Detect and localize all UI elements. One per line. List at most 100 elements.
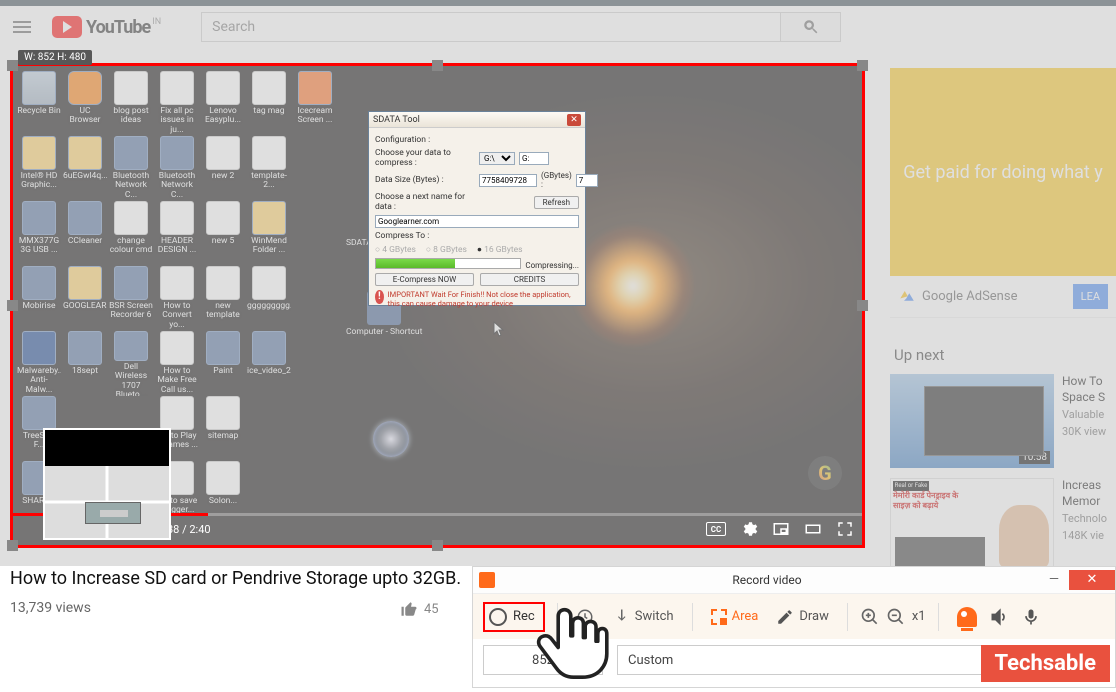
desktop-icon: 6uEGwl4q... <box>62 136 108 201</box>
duration-badge: 10:58 <box>1019 451 1050 464</box>
mini-preview-window <box>43 428 171 540</box>
compress-to-label: Compress To : <box>375 231 579 241</box>
refresh-button[interactable]: Refresh <box>534 196 579 209</box>
recorder-titlebar[interactable]: Record video — ✕ <box>473 567 1115 593</box>
resize-handle[interactable] <box>432 540 443 551</box>
pencil-icon <box>776 608 794 626</box>
suggestion-2-meta: Increas Memor Technolo 148K vie <box>1062 478 1114 572</box>
desktop-icon: template-2... <box>246 136 292 201</box>
record-button[interactable]: Rec <box>483 602 545 632</box>
search-input[interactable] <box>201 12 781 42</box>
ad-banner[interactable]: Get paid for doing what y <box>890 68 1116 276</box>
zoom-in-icon[interactable] <box>860 607 880 627</box>
warning-icon: ! <box>375 290 384 304</box>
like-count: 45 <box>424 602 439 617</box>
desktop-icon: ggggggggg... <box>246 266 292 331</box>
theater-icon[interactable] <box>804 520 822 538</box>
suggestion-1[interactable]: 10:58 How To Space S Valuable 30K view <box>890 374 1116 468</box>
resize-handle[interactable] <box>7 300 18 311</box>
speaker-icon[interactable] <box>989 607 1009 627</box>
video-player[interactable]: Recycle BinUC Browserblog post ideasFix … <box>10 63 865 548</box>
cc-button[interactable]: CC <box>706 522 726 536</box>
drive-field-2[interactable] <box>519 152 549 165</box>
mic-icon[interactable] <box>1021 607 1041 627</box>
desktop-icon: blog post ideas <box>108 71 154 136</box>
sdata-close-button[interactable]: ✕ <box>567 114 581 126</box>
arc-reactor <box>373 421 409 457</box>
desktop-icon: tag mag <box>246 71 292 136</box>
sdata-tool-dialog: SDATA Tool ✕ Configuration : Choose your… <box>368 111 586 306</box>
width-input[interactable] <box>483 645 603 675</box>
minimize-button[interactable]: — <box>1039 570 1069 590</box>
desktop-icon: HEADER DESIGN ... <box>154 201 200 266</box>
desktop-icon: Malwareby... Anti-Malw... <box>16 331 62 396</box>
suggestion-2[interactable]: Real or Fake मेमोरी कार्ड पेनड्राइव केसा… <box>890 478 1116 572</box>
resize-handle[interactable] <box>7 540 18 551</box>
data-size-label: Data Size (Bytes) : <box>375 175 475 185</box>
gbytes-field[interactable] <box>576 174 598 187</box>
ecompress-button[interactable]: E-Compress NOW <box>375 273 474 286</box>
suggestion-1-thumb: 10:58 <box>890 374 1054 468</box>
search-button[interactable] <box>781 12 841 42</box>
video-title: How to Increase SD card or Pendrive Stor… <box>10 568 461 589</box>
youtube-country: IN <box>152 17 161 27</box>
desktop-icon: Recycle Bin <box>16 71 62 136</box>
desktop-icon: ice_video_2... <box>246 331 292 396</box>
zoom-level: x1 <box>912 609 926 624</box>
desktop-icon: new template <box>200 266 246 331</box>
desktop-icon: GOOGLEAR... <box>62 266 108 331</box>
desktop-icon: Mobirise <box>16 266 62 331</box>
desktop-icon <box>246 396 292 461</box>
mouse-cursor-icon <box>493 321 505 337</box>
learn-more-button[interactable]: LEA <box>1073 284 1108 309</box>
next-name-label: Choose a next name for data : <box>375 192 475 212</box>
youtube-logo[interactable]: YouTube IN <box>52 16 161 38</box>
miniplayer-icon[interactable] <box>772 520 790 538</box>
resize-handle[interactable] <box>432 60 443 71</box>
hamburger-icon[interactable] <box>10 15 34 39</box>
timer-button[interactable] <box>570 604 600 630</box>
recorder-title: Record video <box>495 573 1039 587</box>
data-size-field[interactable] <box>479 174 537 187</box>
area-icon <box>711 609 727 625</box>
like-group[interactable]: 45 <box>400 600 439 618</box>
switch-button[interactable]: Switch <box>606 604 680 630</box>
desktop-icon: Dell Wireless 1707 Blueto... <box>108 331 154 396</box>
video-frame: Recycle BinUC Browserblog post ideasFix … <box>13 66 862 545</box>
adsense-icon <box>898 288 916 306</box>
desktop-icon: Intel® HD Graphic... <box>16 136 62 201</box>
sdata-title: SDATA Tool <box>373 115 420 125</box>
desktop-icon: Lenovo Easyplu... <box>200 71 246 136</box>
credits-button[interactable]: CREDITS <box>480 273 579 286</box>
desktop-icon: Icecream Screen ... <box>292 71 338 136</box>
sdata-titlebar[interactable]: SDATA Tool ✕ <box>369 112 585 128</box>
suggestion-1-meta: How To Space S Valuable 30K view <box>1062 374 1114 468</box>
suggestion-2-thumb: Real or Fake मेमोरी कार्ड पेनड्राइव केसा… <box>890 478 1054 572</box>
desktop-icon: WinMend Folder ... <box>246 201 292 266</box>
name-field[interactable] <box>375 215 579 228</box>
channel-watermark[interactable]: G <box>808 456 842 490</box>
desktop-icon: 18sept <box>62 331 108 396</box>
drive-select-1[interactable]: G:\ <box>479 152 515 165</box>
desktop-icon: UC Browser <box>62 71 108 136</box>
webcam-button[interactable] <box>957 607 977 627</box>
progress-bar <box>375 258 521 269</box>
zoom-out-icon[interactable] <box>886 607 906 627</box>
resize-handle[interactable] <box>857 300 868 311</box>
desktop-icon: Paint <box>200 331 246 396</box>
size-radios[interactable]: ○ 4 GBytes ○ 8 GBytes ● 16 GBytes <box>375 244 579 255</box>
resize-handle[interactable] <box>7 60 18 71</box>
fullscreen-icon[interactable] <box>836 520 854 538</box>
desktop-icon: CCleaner <box>62 201 108 266</box>
youtube-play-icon <box>52 16 82 38</box>
resize-handle[interactable] <box>857 60 868 71</box>
desktop-icon: Bluetooth Network C... <box>154 136 200 201</box>
draw-button[interactable]: Draw <box>770 604 835 630</box>
close-button[interactable]: ✕ <box>1069 570 1115 590</box>
settings-icon[interactable] <box>740 520 758 538</box>
up-next-heading: Up next <box>894 346 1116 364</box>
recorder-toolbar: Rec Switch Area Draw x1 <box>473 593 1115 639</box>
search-icon <box>802 18 820 36</box>
area-button[interactable]: Area <box>705 605 765 629</box>
zoom-controls[interactable]: x1 <box>860 607 926 627</box>
